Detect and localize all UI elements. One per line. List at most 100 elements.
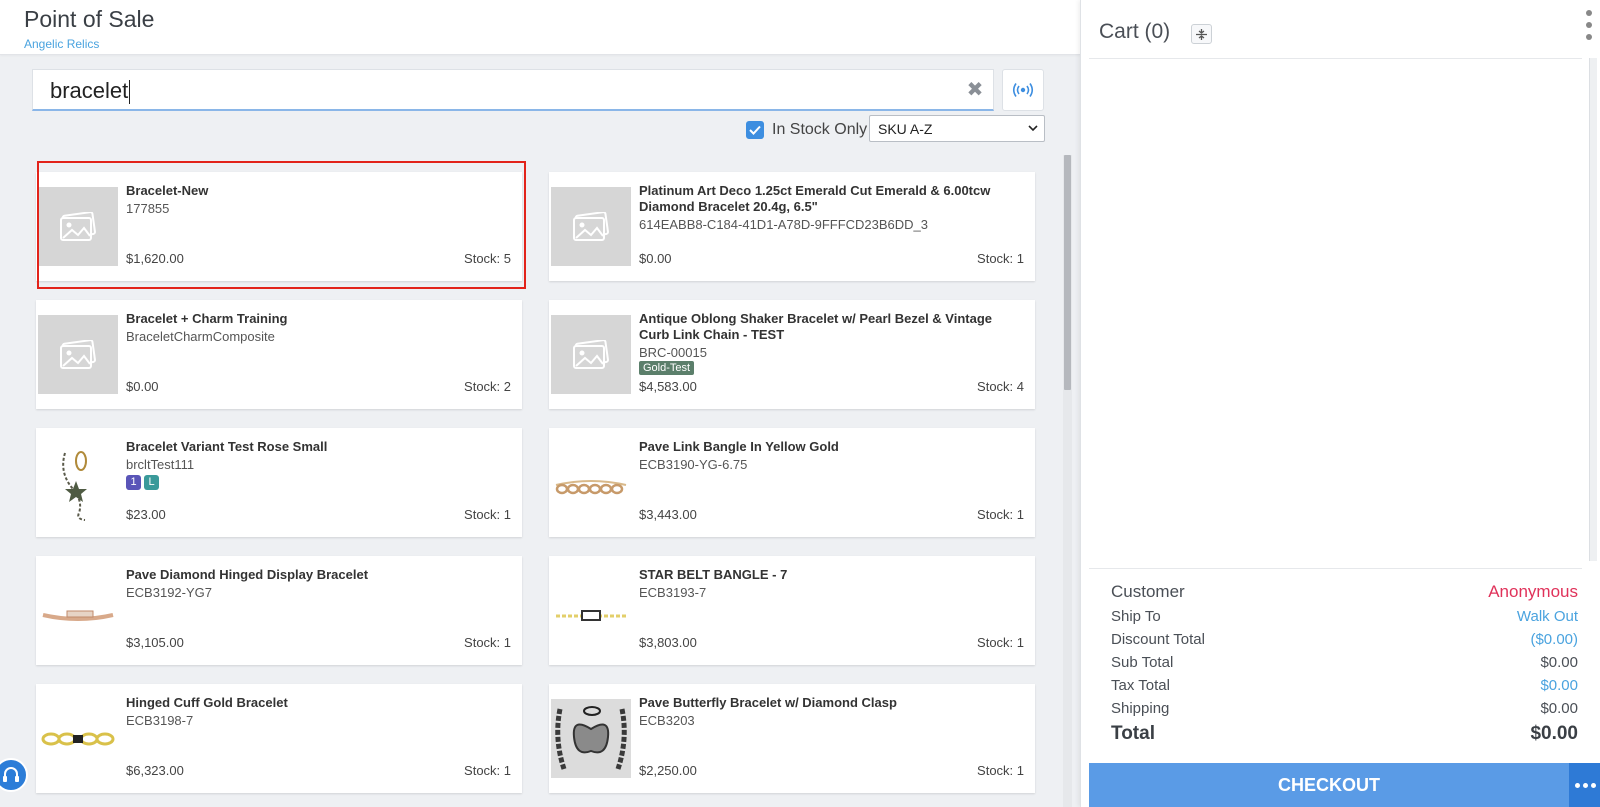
product-name: Bracelet + Charm Training (126, 311, 288, 326)
product-name: Bracelet-New (126, 183, 209, 198)
checkout-button[interactable]: CHECKOUT (1089, 763, 1569, 807)
cart-panel: Cart (0) Customer Anonymous Ship To Walk… (1080, 0, 1600, 807)
customer-label: Customer (1111, 582, 1185, 601)
image-placeholder-icon (38, 187, 118, 266)
product-name: Pave Link Bangle In Yellow Gold (639, 439, 839, 454)
product-stock: Stock: 1 (977, 251, 1024, 266)
product-sku: ECB3198-7 (126, 713, 194, 728)
store-name-link[interactable]: Angelic Relics (24, 37, 99, 51)
discount-link[interactable]: ($0.00) (1530, 631, 1578, 648)
product-name: STAR BELT BANGLE - 7 (639, 567, 788, 582)
product-stock: Stock: 1 (977, 507, 1024, 522)
product-card[interactable]: Antique Oblong Shaker Bracelet w/ Pearl … (549, 300, 1035, 409)
checkout-options-button[interactable] (1569, 763, 1600, 807)
close-icon[interactable]: ✖ (965, 80, 985, 100)
scrollbar-thumb[interactable] (1064, 155, 1071, 390)
product-price: $3,803.00 (639, 635, 697, 650)
discount-row: Discount Total ($0.00) (1111, 631, 1578, 654)
product-stock: Stock: 1 (464, 763, 511, 778)
product-stock: Stock: 1 (464, 507, 511, 522)
product-tag-badge: Gold-Test (639, 361, 695, 375)
shipping-row: Shipping $0.00 (1111, 700, 1578, 723)
text-caret (129, 80, 131, 105)
collapse-button[interactable] (1191, 24, 1212, 44)
product-stock: Stock: 1 (977, 763, 1024, 778)
variant-badge: L (144, 475, 159, 490)
product-card[interactable]: Pave Link Bangle In Yellow Gold ECB3190-… (549, 428, 1035, 537)
cart-totals: Customer Anonymous Ship To Walk Out Disc… (1111, 582, 1578, 751)
search-value-wrap: bracelet (50, 78, 131, 105)
product-card[interactable]: Bracelet + Charm Training BraceletCharmC… (36, 300, 522, 409)
product-card[interactable]: Hinged Cuff Gold Bracelet ECB3198-7 $6,3… (36, 684, 522, 793)
rfid-scan-button[interactable] (1002, 69, 1044, 111)
headset-icon (3, 767, 19, 782)
link-bangle-image (551, 443, 631, 522)
customer-row: Customer Anonymous (1111, 582, 1578, 608)
product-sku: 614EABB8-C184-41D1-A78D-9FFFCD23B6DD_3 (639, 217, 929, 232)
belt-bangle-image (551, 571, 631, 650)
in-stock-label[interactable]: In Stock Only (772, 121, 867, 139)
in-stock-checkbox[interactable] (746, 121, 764, 139)
subtotal-row: Sub Total $0.00 (1111, 654, 1578, 677)
cart-title: Cart (0) (1099, 20, 1171, 43)
sort-select[interactable]: SKU A-Z (869, 115, 1045, 142)
product-stock: Stock: 5 (464, 251, 511, 266)
product-price: $3,105.00 (126, 635, 184, 650)
tax-link[interactable]: $0.00 (1540, 677, 1578, 694)
product-card[interactable]: Platinum Art Deco 1.25ct Emerald Cut Eme… (549, 172, 1035, 281)
product-stock: Stock: 1 (464, 635, 511, 650)
butterfly-bracelet-image (551, 699, 631, 778)
product-sku: BRC-00015 (639, 345, 707, 360)
product-stock: Stock: 1 (977, 635, 1024, 650)
product-name: Pave Butterfly Bracelet w/ Diamond Clasp (639, 695, 897, 710)
customer-link[interactable]: Anonymous (1488, 582, 1578, 602)
product-card[interactable]: Pave Butterfly Bracelet w/ Diamond Clasp… (549, 684, 1035, 793)
product-name: Pave Diamond Hinged Display Bracelet (126, 567, 369, 582)
total-label: Total (1111, 723, 1155, 744)
product-stock: Stock: 4 (977, 379, 1024, 394)
search-input[interactable]: bracelet ✖ (32, 69, 994, 111)
tax-label: Tax Total (1111, 677, 1170, 694)
page-title: Point of Sale (24, 6, 155, 32)
hinged-bracelet-image (38, 571, 118, 650)
product-price: $3,443.00 (639, 507, 697, 522)
product-card[interactable]: STAR BELT BANGLE - 7 ECB3193-7 $3,803.00… (549, 556, 1035, 665)
product-sku: brcltTest111 (126, 457, 195, 472)
product-sku: ECB3193-7 (639, 585, 707, 600)
checkmark-icon (749, 125, 761, 135)
product-sku: ECB3203 (639, 713, 695, 728)
product-stock: Stock: 2 (464, 379, 511, 394)
ship-to-label: Ship To (1111, 608, 1161, 625)
image-placeholder-icon (551, 315, 631, 394)
product-sku: BraceletCharmComposite (126, 329, 275, 344)
app-header: Point of Sale Angelic Relics (0, 0, 1080, 55)
support-chat-button[interactable] (0, 758, 28, 792)
product-card[interactable]: Bracelet-New 177855 $1,620.00 Stock: 5 (36, 172, 522, 281)
shipping-value: $0.00 (1540, 700, 1578, 717)
more-options-icon[interactable] (1585, 10, 1593, 40)
total-value: $0.00 (1530, 723, 1578, 744)
cart-scrollbar[interactable] (1589, 58, 1597, 561)
tax-row: Tax Total $0.00 (1111, 677, 1578, 700)
variant-badge: 1 (126, 475, 141, 490)
ship-to-row: Ship To Walk Out (1111, 608, 1578, 631)
subtotal-value: $0.00 (1540, 654, 1578, 671)
discount-label: Discount Total (1111, 631, 1205, 648)
product-price: $6,323.00 (126, 763, 184, 778)
product-sku: ECB3190-YG-6.75 (639, 457, 748, 472)
product-name: Platinum Art Deco 1.25ct Emerald Cut Eme… (639, 183, 991, 214)
subtotal-label: Sub Total (1111, 654, 1174, 671)
total-row: Total $0.00 (1111, 723, 1578, 751)
product-price: $0.00 (639, 251, 672, 266)
product-card[interactable]: Pave Diamond Hinged Display Bracelet ECB… (36, 556, 522, 665)
product-price: $4,583.00 (639, 379, 697, 394)
ship-to-link[interactable]: Walk Out (1517, 608, 1578, 625)
rfid-icon (1012, 83, 1034, 97)
image-placeholder-icon (551, 187, 631, 266)
chevron-down-icon (1028, 125, 1038, 132)
product-card[interactable]: Bracelet Variant Test Rose Small brcltTe… (36, 428, 522, 537)
image-placeholder-icon (38, 315, 118, 394)
shipping-label: Shipping (1111, 700, 1170, 717)
product-sku: ECB3192-YG7 (126, 585, 212, 600)
compress-vertical-icon (1196, 28, 1207, 40)
